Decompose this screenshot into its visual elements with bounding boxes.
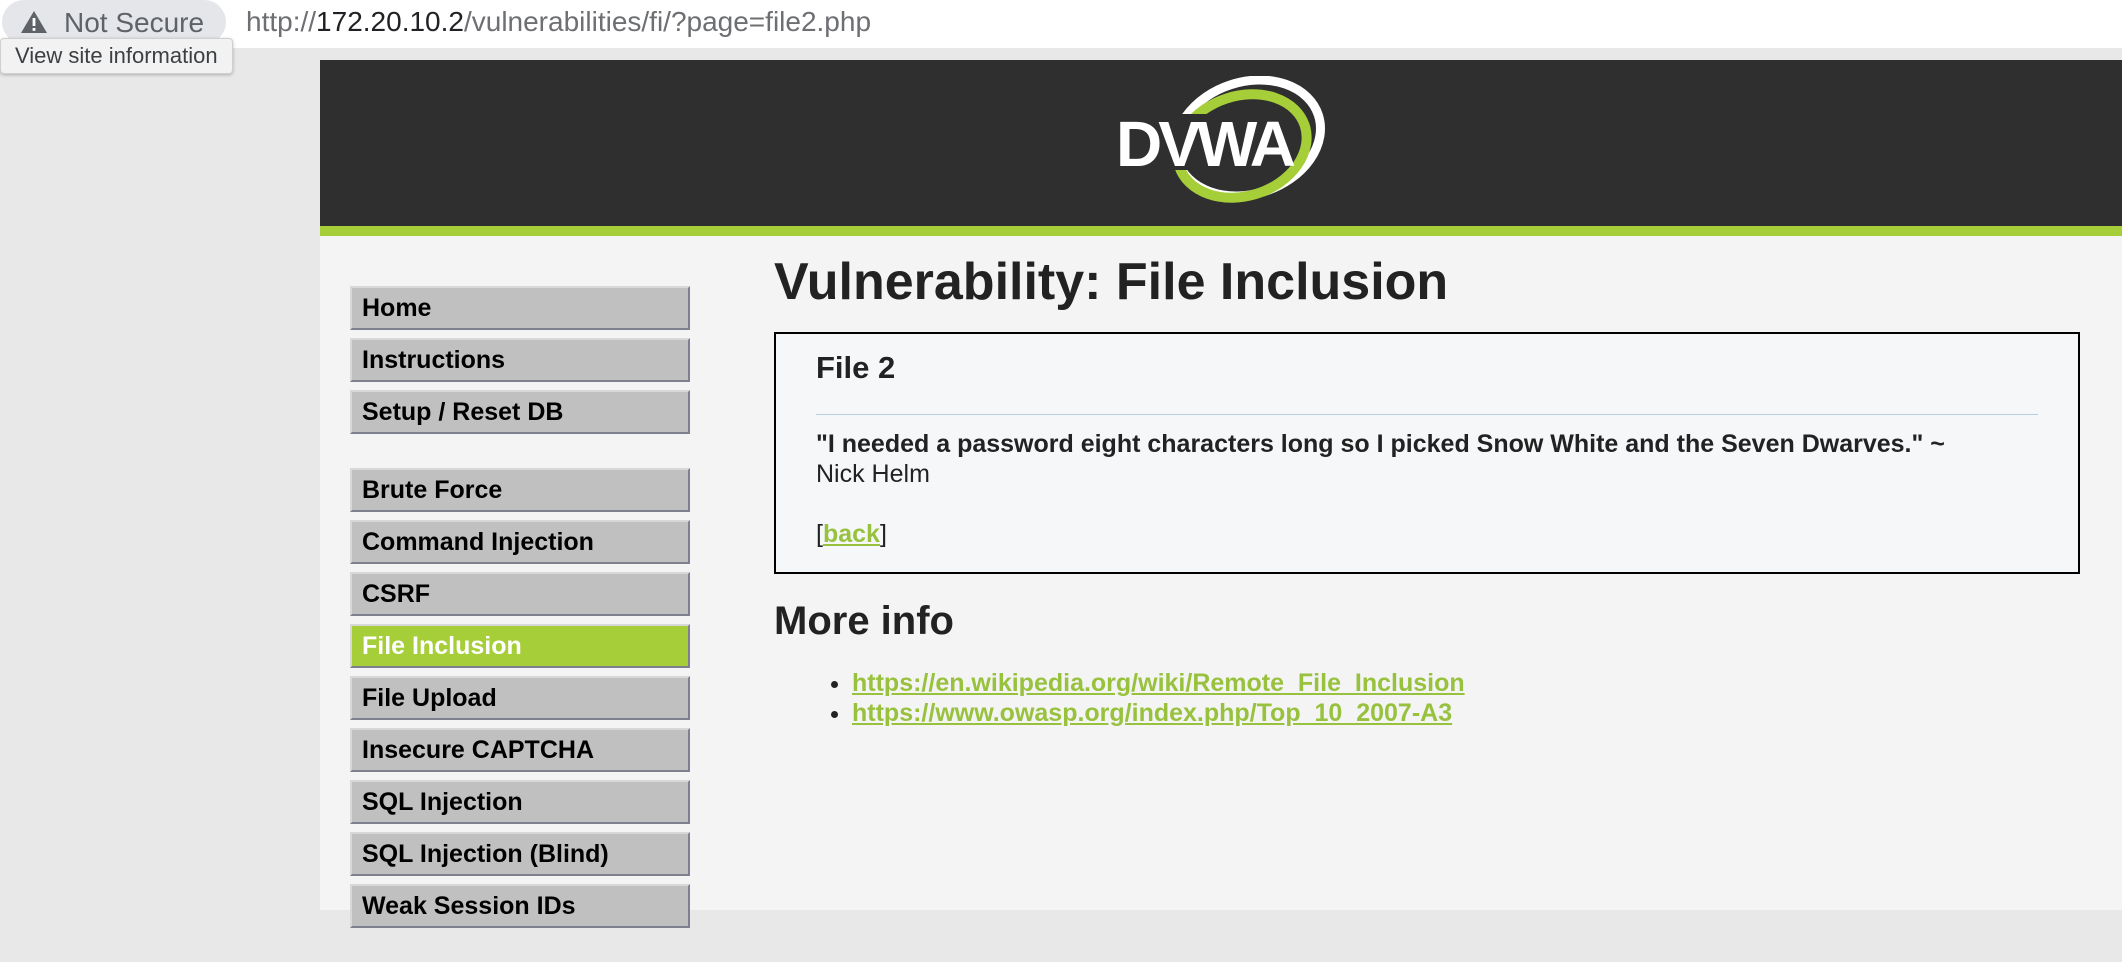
menu-item-file-upload[interactable]: File Upload — [350, 676, 690, 720]
file-heading: File 2 — [816, 350, 896, 385]
list-item: https://en.wikipedia.org/wiki/Remote_Fil… — [852, 668, 1465, 698]
main-menu: Home Instructions Setup / Reset DB Brute Fo… — [350, 286, 690, 962]
menu-item-sql-injection-blind[interactable]: SQL Injection (Blind) — [350, 832, 690, 876]
not-secure-label: Not Secure — [64, 7, 205, 38]
menu-item-command-injection[interactable]: Command Injection — [350, 520, 690, 564]
menu-item-weak-session-ids[interactable]: Weak Session IDs — [350, 884, 690, 928]
url-scheme: http:// — [246, 6, 317, 37]
owasp-top10-link[interactable]: https://www.owasp.org/index.php/Top_10_2… — [852, 699, 1452, 727]
quote-author: Nick Helm — [816, 460, 930, 488]
back-link[interactable]: back — [823, 520, 880, 548]
wikipedia-rfi-link[interactable]: https://en.wikipedia.org/wiki/Remote_Fil… — [852, 669, 1465, 697]
menu-item-csrf[interactable]: CSRF — [350, 572, 690, 616]
back-line: [back] — [816, 519, 2038, 549]
menu-item-sql-injection[interactable]: SQL Injection — [350, 780, 690, 824]
site-info-tooltip: View site information — [0, 38, 233, 74]
menu-block: Home Instructions Setup / Reset DB — [350, 286, 690, 434]
divider — [816, 414, 2038, 415]
page-header: DVWA — [320, 60, 2122, 236]
menu-item-file-inclusion[interactable]: File Inclusion — [350, 624, 690, 668]
menu-item-setup-reset-db[interactable]: Setup / Reset DB — [350, 390, 690, 434]
page-container: DVWA Home Instructions Setup / Reset DB Bru… — [320, 60, 2122, 928]
menu-block: Brute Force Command Injection CSRF File Inc… — [350, 468, 690, 928]
menu-item-brute-force[interactable]: Brute Force — [350, 468, 690, 512]
vulnerable-code-area: File 2 "I needed a password eight charac… — [774, 332, 2080, 574]
quote-text: "I needed a password eight characters lo… — [816, 429, 2038, 489]
back-bracket-open: [ — [816, 520, 823, 548]
url-field[interactable]: http://172.20.10.2/vulnerabilities/fi/?p… — [246, 6, 871, 38]
quote-body: "I needed a password eight characters lo… — [816, 430, 1945, 458]
menu-item-insecure-captcha[interactable]: Insecure CAPTCHA — [350, 728, 690, 772]
more-info-title: More info — [774, 599, 954, 643]
menu-item-home[interactable]: Home — [350, 286, 690, 330]
back-bracket-close: ] — [879, 520, 887, 548]
url-host: 172.20.10.2 — [316, 6, 464, 37]
main-body: Vulnerability: File Inclusion File 2 "I … — [774, 250, 2086, 727]
url-path: /vulnerabilities/fi/?page=file2.php — [463, 6, 872, 37]
more-info-list: https://en.wikipedia.org/wiki/Remote_Fil… — [822, 668, 1465, 728]
dvwa-logo-text: DVWA — [1116, 108, 1295, 180]
menu-item-instructions[interactable]: Instructions — [350, 338, 690, 382]
dvwa-logo: DVWA — [1110, 76, 1325, 203]
list-item: https://www.owasp.org/index.php/Top_10_2… — [852, 698, 1465, 728]
warning-triangle-icon — [21, 11, 47, 33]
page-title: Vulnerability: File Inclusion — [774, 253, 1449, 311]
browser-address-bar: Not Secure http://172.20.10.2/vulnerabil… — [0, 0, 2122, 48]
